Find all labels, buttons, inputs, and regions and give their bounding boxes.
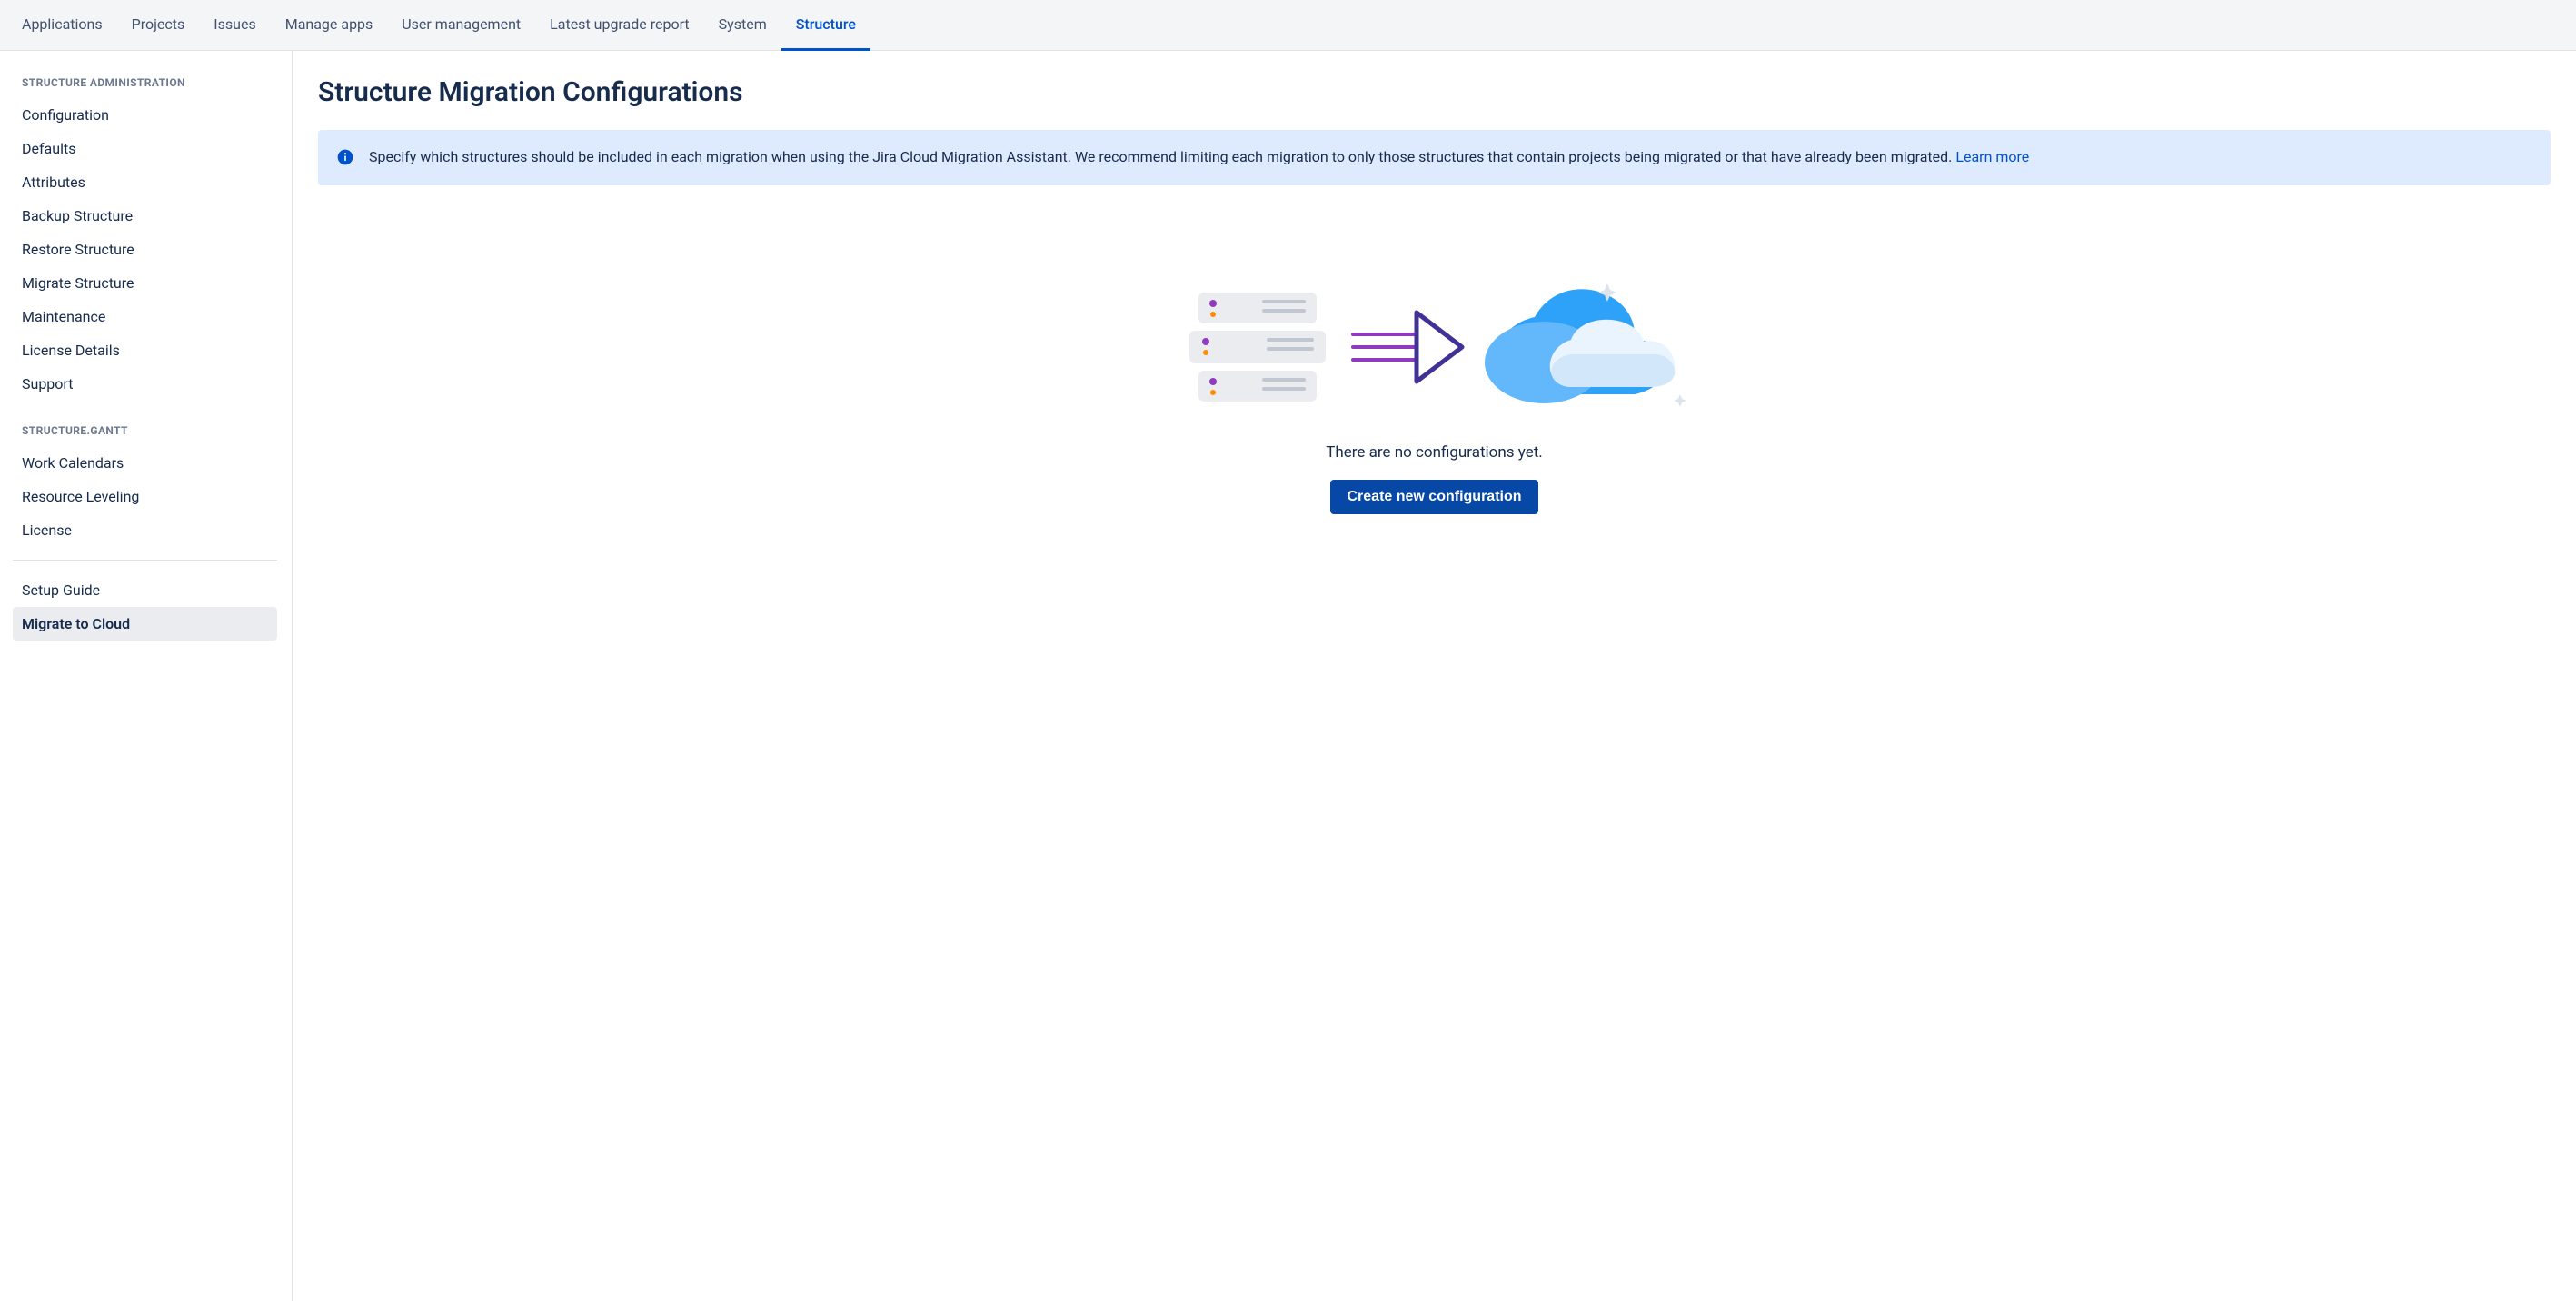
topnav-manage-apps[interactable]: Manage apps bbox=[271, 0, 388, 51]
sidebar-item-migrate-to-cloud[interactable]: Migrate to Cloud bbox=[13, 607, 277, 641]
sidebar-item-license-details[interactable]: License Details bbox=[13, 333, 277, 367]
topnav-applications[interactable]: Applications bbox=[7, 0, 117, 51]
page-title: Structure Migration Configurations bbox=[318, 76, 2551, 108]
sidebar-divider bbox=[13, 560, 277, 561]
info-text-container: Specify which structures should be inclu… bbox=[369, 146, 2029, 169]
create-new-configuration-button[interactable]: Create new configuration bbox=[1330, 480, 1537, 514]
info-icon bbox=[336, 148, 354, 166]
sidebar-heading-structure-gantt: STRUCTURE.GANTT bbox=[22, 424, 277, 437]
topnav-system[interactable]: System bbox=[704, 0, 781, 51]
topnav-structure[interactable]: Structure bbox=[781, 0, 870, 51]
sidebar-item-backup-structure[interactable]: Backup Structure bbox=[13, 199, 277, 233]
topnav-user-management[interactable]: User management bbox=[387, 0, 535, 51]
sidebar-item-restore-structure[interactable]: Restore Structure bbox=[13, 233, 277, 266]
sidebar-item-work-calendars[interactable]: Work Calendars bbox=[13, 446, 277, 480]
sidebar-item-migrate-structure[interactable]: Migrate Structure bbox=[13, 266, 277, 300]
info-text: Specify which structures should be inclu… bbox=[369, 148, 1955, 165]
learn-more-link[interactable]: Learn more bbox=[1955, 148, 2029, 165]
migration-illustration bbox=[318, 276, 2551, 425]
server-stack-icon bbox=[1189, 293, 1326, 402]
info-panel: Specify which structures should be inclu… bbox=[318, 130, 2551, 185]
arrow-right-icon bbox=[1353, 313, 1462, 382]
sidebar-item-attributes[interactable]: Attributes bbox=[13, 165, 277, 199]
sidebar-item-license[interactable]: License bbox=[13, 513, 277, 547]
sidebar-item-resource-leveling[interactable]: Resource Leveling bbox=[13, 480, 277, 513]
sidebar: STRUCTURE ADMINISTRATION Configuration D… bbox=[0, 51, 293, 1301]
sidebar-heading-structure-admin: STRUCTURE ADMINISTRATION bbox=[22, 76, 277, 89]
sidebar-item-support[interactable]: Support bbox=[13, 367, 277, 401]
sidebar-item-defaults[interactable]: Defaults bbox=[13, 132, 277, 165]
top-nav: Applications Projects Issues Manage apps… bbox=[0, 0, 2576, 51]
cloud-icon bbox=[1485, 283, 1686, 407]
empty-state: There are no configurations yet. Create … bbox=[318, 276, 2551, 514]
topnav-latest-upgrade-report[interactable]: Latest upgrade report bbox=[535, 0, 704, 51]
sidebar-item-maintenance[interactable]: Maintenance bbox=[13, 300, 277, 333]
sidebar-item-setup-guide[interactable]: Setup Guide bbox=[13, 573, 277, 607]
topnav-issues[interactable]: Issues bbox=[199, 0, 270, 51]
sidebar-item-configuration[interactable]: Configuration bbox=[13, 98, 277, 132]
main-content: Structure Migration Configurations Speci… bbox=[293, 51, 2576, 1301]
topnav-projects[interactable]: Projects bbox=[117, 0, 200, 51]
empty-state-message: There are no configurations yet. bbox=[318, 443, 2551, 462]
